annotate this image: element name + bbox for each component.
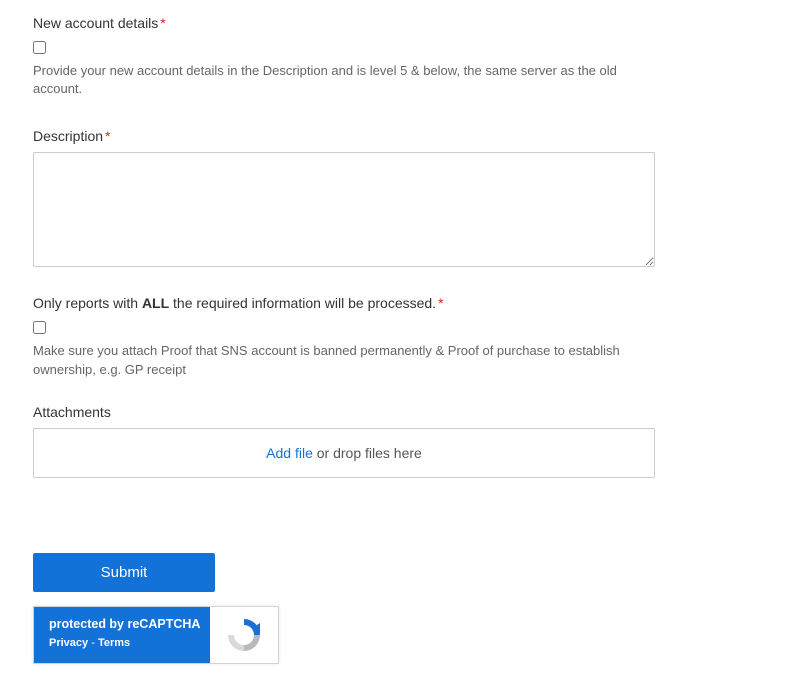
recaptcha-widget: protected by reCAPTCHA Privacy - Terms — [33, 606, 279, 664]
requirements-field-group: Only reports with ALL the required infor… — [33, 295, 657, 378]
recaptcha-title: protected by reCAPTCHA — [49, 617, 210, 631]
requirements-label: Only reports with ALL the required infor… — [33, 295, 657, 311]
description-label: Description* — [33, 128, 657, 144]
attachments-label: Attachments — [33, 404, 657, 420]
recaptcha-links: Privacy - Terms — [49, 637, 210, 649]
recaptcha-privacy-link[interactable]: Privacy — [49, 637, 88, 649]
requirements-label-prefix: Only reports with — [33, 295, 142, 311]
requirements-label-bold: ALL — [142, 295, 169, 311]
recaptcha-left-panel: protected by reCAPTCHA Privacy - Terms — [34, 607, 210, 663]
submit-button[interactable]: Submit — [33, 553, 215, 592]
recaptcha-icon — [224, 615, 264, 655]
description-label-text: Description — [33, 128, 103, 144]
new-account-checkbox[interactable] — [33, 41, 46, 54]
required-asterisk: * — [438, 295, 443, 311]
recaptcha-separator: - — [88, 637, 98, 649]
new-account-label: New account details* — [33, 15, 657, 31]
attachments-dropzone[interactable]: Add file or drop files here — [33, 428, 655, 478]
recaptcha-logo-panel — [210, 607, 278, 663]
description-field-group: Description* — [33, 128, 657, 270]
new-account-field-group: New account details* Provide your new ac… — [33, 15, 657, 98]
new-account-helper: Provide your new account details in the … — [33, 62, 657, 98]
attachments-field-group: Attachments Add file or drop files here — [33, 404, 657, 478]
recaptcha-terms-link[interactable]: Terms — [98, 637, 130, 649]
requirements-checkbox[interactable] — [33, 321, 46, 334]
new-account-label-text: New account details — [33, 15, 158, 31]
form-container: New account details* Provide your new ac… — [0, 0, 690, 684]
requirements-helper: Make sure you attach Proof that SNS acco… — [33, 342, 657, 378]
add-file-link[interactable]: Add file — [266, 445, 313, 461]
required-asterisk: * — [160, 15, 165, 31]
description-textarea[interactable] — [33, 152, 655, 267]
required-asterisk: * — [105, 128, 110, 144]
requirements-label-suffix: the required information will be process… — [169, 295, 436, 311]
drop-files-text: or drop files here — [313, 445, 422, 461]
